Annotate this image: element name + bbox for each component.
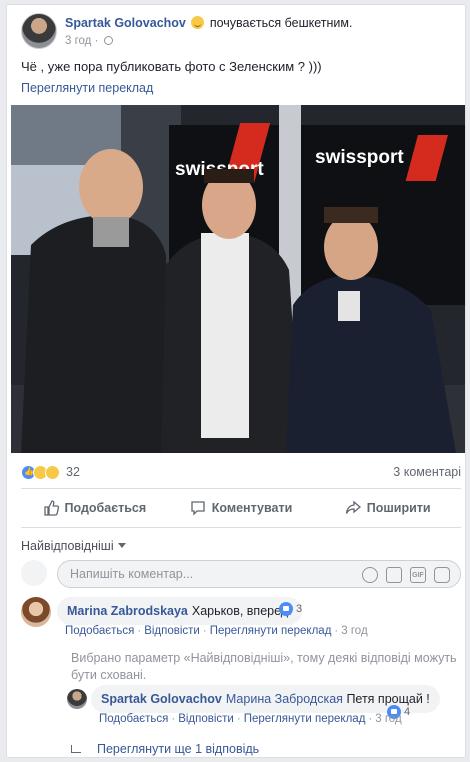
comment-bubble: Marina Zabrodskaya Харьков, вперед! bbox=[57, 597, 302, 625]
reactions-bar: 32 3 коментарі bbox=[21, 462, 461, 482]
comment-time[interactable]: 3 год bbox=[341, 625, 367, 637]
reply-time[interactable]: 3 год bbox=[375, 713, 401, 725]
divider bbox=[21, 488, 461, 489]
more-replies-link[interactable]: Переглянути ще 1 відповідь bbox=[71, 742, 259, 756]
comment-actions: Подобається · Відповісти · Переглянути перек… bbox=[65, 625, 368, 637]
meta-separator: · bbox=[94, 35, 99, 47]
share-button-label: Поширити bbox=[366, 501, 431, 515]
reply-arrow-icon bbox=[71, 745, 81, 753]
comment-like-link[interactable]: Подобається bbox=[65, 625, 134, 637]
reply-like-count: 4 bbox=[404, 706, 411, 718]
comment-button-label: Коментувати bbox=[211, 501, 293, 515]
commenter-name[interactable]: Marina Zabrodskaya bbox=[67, 604, 188, 618]
translate-link[interactable]: Переглянути переклад bbox=[21, 81, 153, 95]
comment-like-count: 3 bbox=[296, 603, 303, 615]
sticker-icon[interactable] bbox=[434, 567, 450, 583]
caret-down-icon bbox=[117, 543, 126, 548]
thumbs-up-icon bbox=[43, 500, 59, 516]
feeling-emoji-icon bbox=[191, 16, 205, 29]
post-header: Spartak Golovachov почувається бешкетним… bbox=[21, 13, 352, 53]
reply-mention[interactable]: Марина Забродская bbox=[226, 692, 343, 706]
reply-reply-link[interactable]: Відповісти bbox=[178, 713, 234, 725]
emoji-icon[interactable] bbox=[362, 567, 378, 583]
reply-like-link[interactable]: Подобається bbox=[99, 713, 168, 725]
divider bbox=[21, 527, 461, 528]
reply-translate-link[interactable]: Переглянути переклад bbox=[244, 713, 366, 725]
post-time[interactable]: 3 год bbox=[65, 35, 91, 47]
comment-reply-link[interactable]: Відповісти bbox=[144, 625, 200, 637]
share-button[interactable]: Поширити bbox=[314, 491, 461, 525]
like-button[interactable]: Подобається bbox=[21, 491, 168, 525]
author-name[interactable]: Spartak Golovachov bbox=[65, 16, 186, 30]
action-bar: Подобається Коментувати Поширити bbox=[21, 491, 461, 525]
author-avatar[interactable] bbox=[21, 13, 57, 49]
sort-dropdown[interactable]: Найвідповідніші bbox=[21, 539, 126, 553]
reaction-count[interactable]: 32 bbox=[66, 465, 80, 479]
photo-scene: swissport swissport bbox=[11, 105, 465, 453]
feeling-text: почувається бешкетним. bbox=[209, 16, 353, 30]
reply-actions: Подобається · Відповісти · Переглянути перек… bbox=[99, 713, 402, 725]
comment-translate-link[interactable]: Переглянути переклад bbox=[210, 625, 332, 637]
globe-icon[interactable] bbox=[103, 36, 113, 45]
comment-composer: Напишіть коментар... GIF bbox=[7, 556, 465, 590]
comment-like-badge[interactable]: 3 bbox=[279, 602, 302, 616]
comment-input-placeholder: Напишіть коментар... bbox=[70, 567, 194, 581]
camera-icon[interactable] bbox=[386, 567, 402, 583]
sort-label: Найвідповідніші bbox=[21, 539, 114, 553]
commenter-avatar[interactable] bbox=[21, 597, 51, 627]
reply-author-name[interactable]: Spartak Golovachov bbox=[101, 692, 222, 706]
comment-button[interactable]: Коментувати bbox=[168, 491, 315, 525]
reply-text: Петя прощай ! bbox=[346, 692, 430, 706]
like-button-label: Подобається bbox=[64, 501, 147, 515]
reply-avatar[interactable] bbox=[67, 689, 87, 709]
comment-input[interactable]: Напишіть коментар... GIF bbox=[57, 560, 461, 588]
sort-notice: Вибрано параметр «Найвідповідніші», тому… bbox=[71, 651, 457, 682]
viewer-avatar bbox=[21, 560, 47, 586]
post-photo[interactable]: swissport swissport bbox=[11, 105, 465, 453]
post-text: Чё , уже пора публиковать фото с Зеленск… bbox=[21, 59, 322, 74]
share-arrow-icon bbox=[345, 500, 361, 514]
comment-text: Харьков, вперед! bbox=[191, 604, 292, 618]
comments-count[interactable]: 3 коментарі bbox=[393, 465, 461, 479]
gif-icon[interactable]: GIF bbox=[410, 567, 426, 583]
like-icon bbox=[279, 602, 293, 616]
photo-sign-text-2: swissport bbox=[315, 147, 404, 168]
speech-bubble-icon bbox=[191, 501, 205, 516]
post-card: Spartak Golovachov почувається бешкетним… bbox=[6, 4, 466, 758]
sad-icon[interactable] bbox=[45, 464, 60, 480]
more-replies-label: Переглянути ще 1 відповідь bbox=[97, 742, 260, 756]
